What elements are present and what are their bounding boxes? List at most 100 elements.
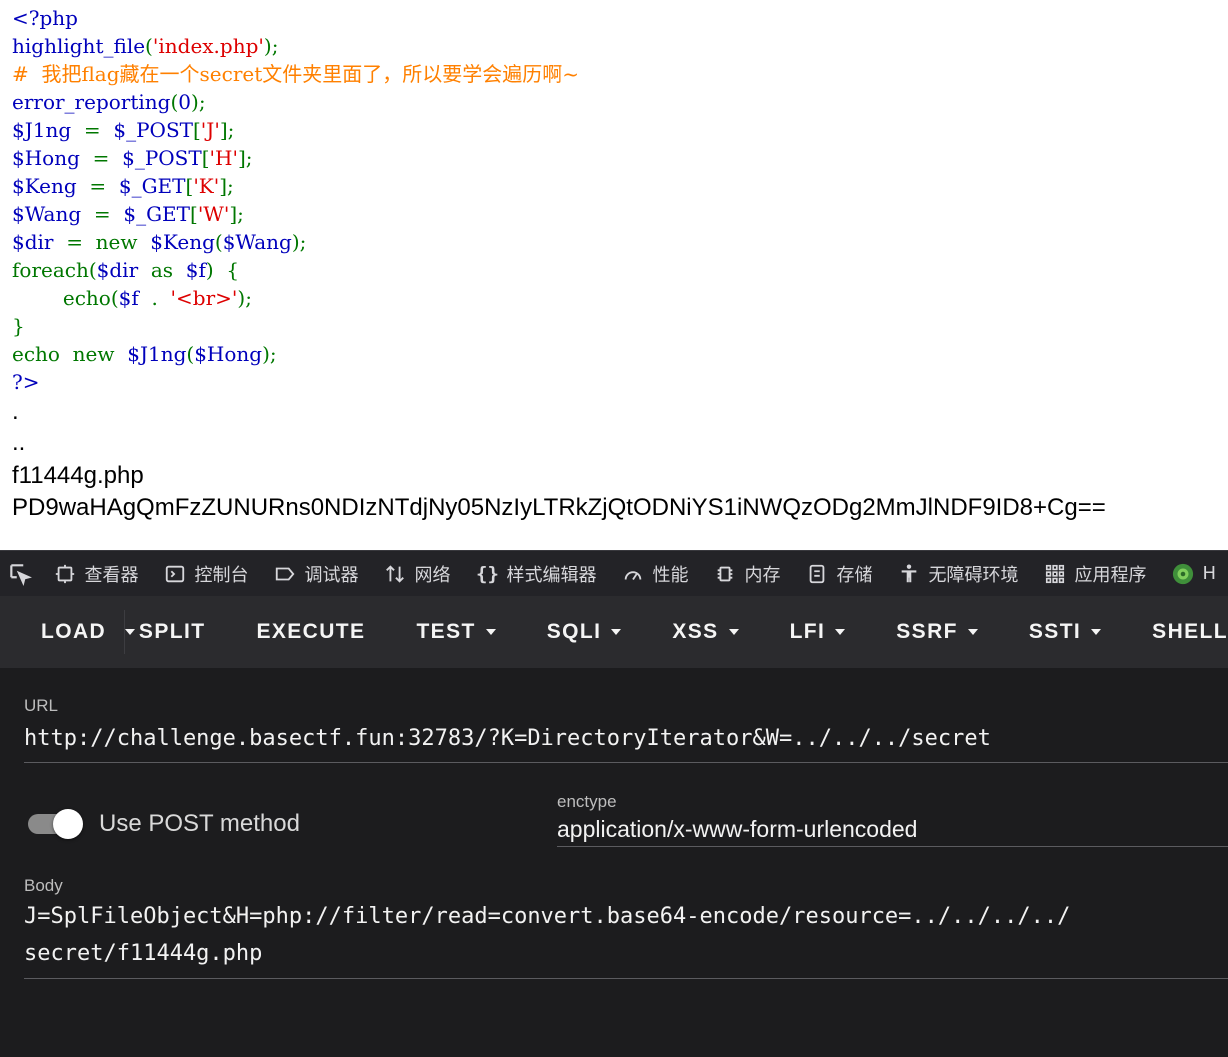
body-line-1: J=SplFileObject&H=php://filter/read=conv… bbox=[24, 904, 1071, 929]
code-token: $_GET bbox=[123, 202, 190, 226]
debugger-icon bbox=[274, 563, 296, 585]
accessibility-icon bbox=[898, 563, 920, 585]
code-token: ); bbox=[237, 286, 252, 310]
code-token: 'H' bbox=[209, 146, 238, 170]
body-label: Body bbox=[24, 876, 63, 895]
url-label: URL bbox=[24, 696, 59, 715]
devtools-tab-storage[interactable]: 存储 bbox=[792, 551, 884, 596]
execute-button[interactable]: EXECUTE bbox=[256, 596, 365, 668]
code-line: $Hong = $_POST['H']; bbox=[12, 144, 579, 172]
code-line: echo($f . '<br>'); bbox=[12, 284, 579, 312]
code-line: foreach($dir as $f) { bbox=[12, 256, 579, 284]
code-line: <?php bbox=[12, 4, 579, 32]
output-line-dotdot: .. bbox=[12, 429, 26, 456]
code-token: 'W' bbox=[197, 202, 230, 226]
ssti-menu[interactable]: SSTI bbox=[1029, 596, 1102, 668]
code-token: echo new bbox=[12, 342, 128, 366]
execute-button-label: EXECUTE bbox=[256, 620, 366, 643]
chevron-down-icon bbox=[835, 629, 846, 635]
body-underline bbox=[24, 978, 1228, 979]
devtools-tab-performance[interactable]: 性能 bbox=[608, 551, 700, 596]
devtools-tab-label: 控制台 bbox=[194, 564, 249, 586]
lfi-menu[interactable]: LFI bbox=[790, 596, 846, 668]
code-token: 'K' bbox=[193, 174, 220, 198]
console-icon bbox=[164, 563, 186, 585]
ssrf-menu-label: SSRF bbox=[896, 620, 958, 643]
code-token: $_POST bbox=[122, 146, 202, 170]
code-token: [ bbox=[201, 146, 210, 170]
devtools-tab-accessibility[interactable]: 无障碍环境 bbox=[884, 551, 1030, 596]
sqli-menu[interactable]: SQLI bbox=[547, 596, 622, 668]
code-token: <?php bbox=[12, 6, 78, 30]
code-line: highlight_file('index.php'); bbox=[12, 32, 579, 60]
hackbar-icon bbox=[1172, 563, 1194, 585]
enctype-underline bbox=[557, 846, 1228, 847]
url-input[interactable]: http://challenge.basectf.fun:32783/?K=Di… bbox=[24, 726, 991, 751]
body-line-2: secret/f11444g.php bbox=[24, 941, 263, 966]
split-button[interactable]: SPLIT bbox=[139, 596, 206, 668]
code-token: $Wang bbox=[222, 230, 292, 254]
devtools-tab-application[interactable]: 应用程序 bbox=[1030, 551, 1158, 596]
ssrf-menu[interactable]: SSRF bbox=[896, 596, 978, 668]
post-method-toggle[interactable] bbox=[26, 809, 84, 839]
sqli-menu-label: SQLI bbox=[546, 620, 602, 643]
code-line: echo new $J1ng($Hong); bbox=[12, 340, 579, 368]
code-token: '<br>' bbox=[170, 286, 238, 310]
code-token: 'index.php' bbox=[152, 34, 264, 58]
code-token: error_reporting bbox=[12, 90, 171, 114]
devtools-tab-memory[interactable]: 内存 bbox=[700, 551, 792, 596]
chevron-down-icon bbox=[967, 629, 978, 635]
code-token: ]; bbox=[219, 118, 235, 142]
devtools-tab-hackbar[interactable]: H bbox=[1158, 551, 1228, 596]
code-token: ) { bbox=[205, 258, 240, 282]
code-token: = bbox=[92, 146, 123, 170]
devtools-tab-label: 无障碍环境 bbox=[928, 564, 1019, 586]
element-picker-icon[interactable] bbox=[0, 551, 40, 596]
test-menu[interactable]: TEST bbox=[416, 596, 496, 668]
code-token: foreach( bbox=[12, 258, 97, 282]
devtools-tab-label: 查看器 bbox=[84, 564, 139, 586]
devtools-tab-label: H bbox=[1202, 563, 1216, 584]
devtools-tab-debugger[interactable]: 调试器 bbox=[260, 551, 370, 596]
enctype-label: enctype bbox=[557, 792, 617, 811]
devtools-tab-network[interactable]: 网络 bbox=[370, 551, 462, 596]
code-line: error_reporting(0); bbox=[12, 88, 579, 116]
output-line-base64: PD9waHAgQmFzZUNURns0NDIzNTdjNy05NzIyLTRk… bbox=[12, 494, 1106, 521]
devtools-tab-console[interactable]: 控制台 bbox=[150, 551, 260, 596]
test-menu-label: TEST bbox=[416, 620, 476, 643]
code-token: ); bbox=[291, 230, 307, 254]
shell-menu[interactable]: SHELL bbox=[1152, 596, 1228, 668]
load-dropdown-chevron-icon[interactable] bbox=[124, 596, 135, 668]
code-token: $Wang bbox=[12, 202, 94, 226]
code-token: $Hong bbox=[194, 342, 263, 366]
output-line-dot: . bbox=[12, 398, 19, 425]
output-line-filename: f11444g.php bbox=[12, 462, 144, 489]
devtools-tab-inspector[interactable]: 查看器 bbox=[40, 551, 150, 596]
shell-menu-label: SHELL bbox=[1152, 620, 1228, 643]
devtools-tab-style-editor[interactable]: {} 样式编辑器 bbox=[462, 551, 608, 596]
enctype-select[interactable]: application/x-www-form-urlencoded bbox=[557, 816, 917, 843]
code-token: ( bbox=[145, 34, 153, 58]
body-textarea[interactable]: J=SplFileObject&H=php://filter/read=conv… bbox=[24, 904, 1228, 976]
chevron-down-icon bbox=[611, 629, 622, 635]
code-line: } bbox=[12, 312, 579, 340]
application-icon bbox=[1044, 563, 1066, 585]
code-token: [ bbox=[190, 202, 198, 226]
memory-icon bbox=[714, 563, 736, 585]
php-source-code: <?php highlight_file('index.php'); # 我把fla… bbox=[12, 4, 579, 396]
code-token: $J1ng bbox=[12, 118, 84, 142]
load-button[interactable]: LOAD bbox=[41, 596, 106, 668]
code-line: # 我把flag藏在一个secret文件夹里面了，所以要学会遍历啊~ bbox=[12, 60, 579, 88]
xss-menu[interactable]: XSS bbox=[672, 596, 739, 668]
code-token: ); bbox=[263, 34, 279, 58]
devtools-tab-label: 应用程序 bbox=[1074, 564, 1147, 586]
performance-icon bbox=[622, 563, 644, 585]
devtools-tab-label: 性能 bbox=[652, 564, 689, 586]
code-token: $f bbox=[185, 258, 206, 282]
code-token: 'J' bbox=[200, 118, 220, 142]
devtools-tab-label: 内存 bbox=[744, 564, 781, 586]
code-line: $dir = new $Keng($Wang); bbox=[12, 228, 579, 256]
xss-menu-label: XSS bbox=[672, 620, 719, 643]
code-token: $Keng bbox=[12, 174, 90, 198]
code-token: echo( bbox=[12, 286, 119, 310]
